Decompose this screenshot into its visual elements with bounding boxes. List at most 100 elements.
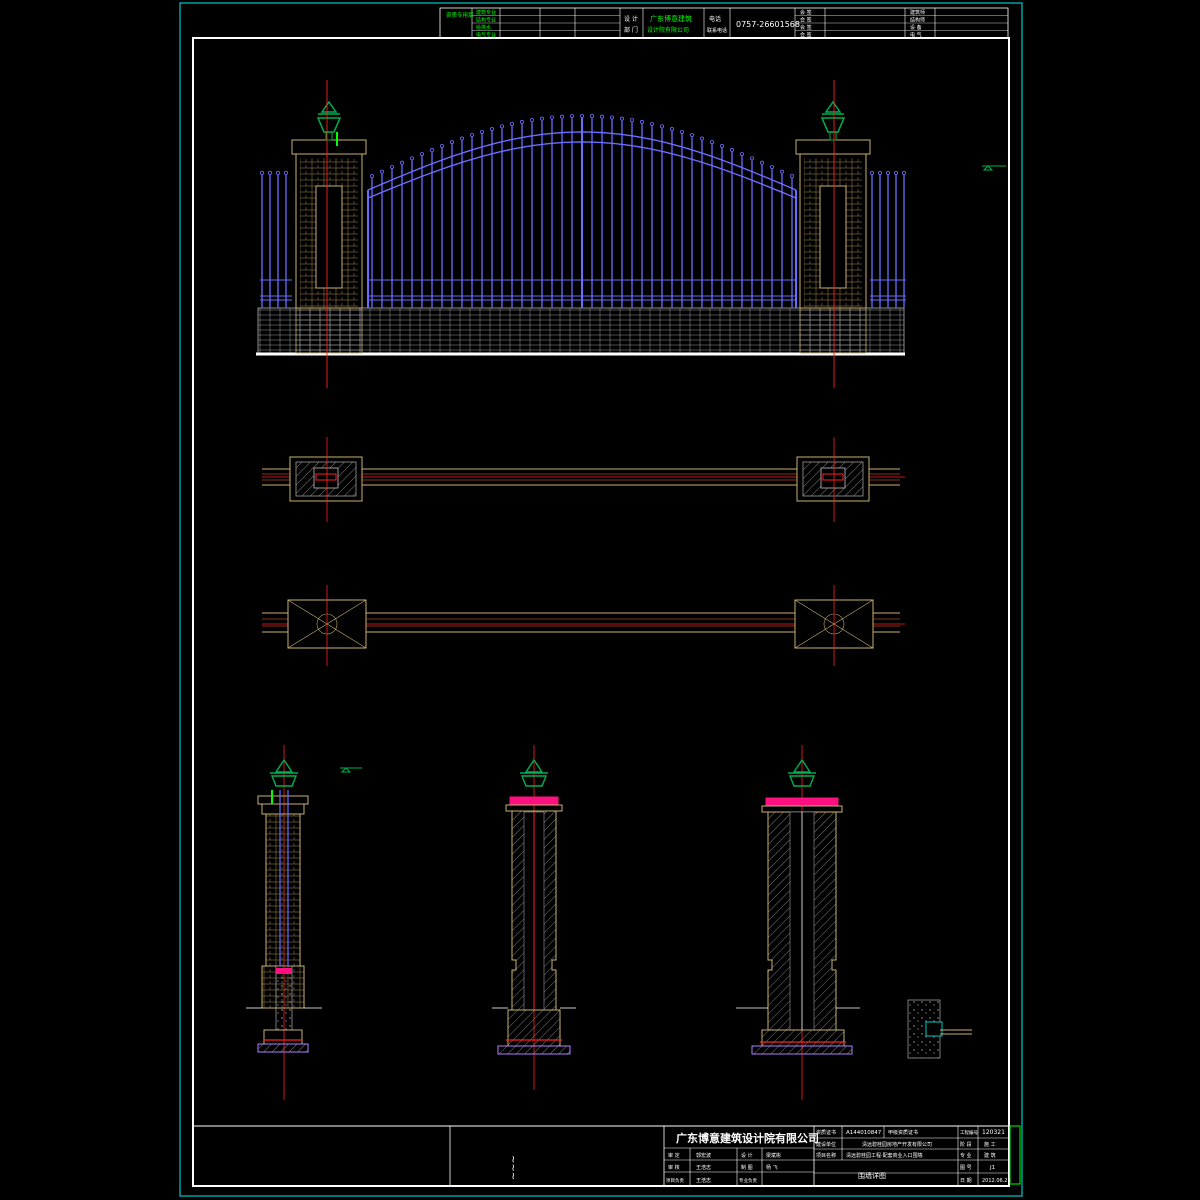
gate-finial [419, 152, 424, 157]
signature-mark: ~~~ [507, 1155, 518, 1180]
discipline-value: 建 筑 [984, 1152, 996, 1159]
design-dept-label-2: 部 门 [624, 26, 638, 34]
gate-finial [439, 143, 444, 148]
cad-drawing: 资质专用章 建筑专业 结构专业 给排水 电气专业 设 计 部 门 广东博意建筑 … [179, 2, 1023, 1197]
right-label-a-2: 会 签 [800, 24, 812, 31]
detail-node [907, 999, 972, 1059]
gate-finial [690, 133, 695, 138]
cert-no: A144010847 [846, 1130, 882, 1136]
discipline-label: 专 业 [960, 1152, 972, 1159]
row-label-2: 给排水 [476, 24, 491, 31]
fence-finial [886, 170, 891, 175]
role-1-2: 项目负责 [666, 1177, 684, 1184]
gate-finial [620, 116, 625, 121]
client-name: 清远碧桂园房地产开发有限公司 [862, 1141, 932, 1148]
design-dept-label: 设 计 [624, 15, 638, 23]
left-fence [259, 170, 292, 308]
right-label-a-1: 会 签 [800, 17, 812, 24]
gate-finial [389, 165, 394, 170]
role-1-1: 审 核 [668, 1164, 680, 1171]
date-label: 日 期 [960, 1178, 972, 1184]
institute-name-line1: 广东博意建筑 [650, 14, 692, 23]
gate-finial [700, 136, 705, 141]
phone-number: 0757-26601568 [736, 20, 800, 29]
gate-finial [580, 114, 585, 119]
right-label-a-0: 会 签 [800, 9, 812, 16]
gate-finial [369, 174, 374, 179]
gate-finial [449, 140, 454, 145]
gate-finial [780, 169, 785, 174]
central-gate [367, 114, 797, 308]
row-label-1: 结构专业 [476, 17, 496, 24]
gate-finial [740, 152, 745, 157]
fence-finial [283, 170, 288, 175]
gate-finial [499, 124, 504, 129]
gate-finial [409, 156, 414, 161]
fence-finial [870, 170, 875, 175]
fence-finial [275, 170, 280, 175]
date-value: 2012.06.25 [982, 1178, 1011, 1184]
name-2-0: 梁斌彬 [766, 1152, 781, 1159]
row-label-3: 电气专业 [476, 32, 496, 39]
name-1-1: 王浩志 [696, 1164, 711, 1171]
company-name: 广东博意建筑设计院有限公司 [676, 1131, 819, 1145]
role-2-1: 制 图 [741, 1164, 753, 1171]
drawing-title: 围墙详图 [858, 1171, 886, 1180]
gate-finial [570, 114, 575, 119]
fence-finial [902, 170, 907, 175]
fence-finial [259, 170, 264, 175]
gate-finial [399, 160, 404, 165]
gate-finial [459, 136, 464, 141]
gate-finial [770, 165, 775, 170]
plan-view-lower [262, 585, 905, 666]
gate-finial [710, 140, 715, 145]
level-marker-icon [340, 767, 362, 773]
stamp-label: 资质专用章 [446, 11, 474, 19]
section-pillar-2 [492, 745, 576, 1090]
institute-name-line2: 设计院有限公司 [647, 26, 689, 34]
gate-finial [630, 118, 635, 123]
gate-finial [540, 116, 545, 121]
sheet-label: 图 号 [960, 1165, 972, 1171]
fence-finial [894, 170, 899, 175]
gate-finial [489, 127, 494, 132]
right-pillar [795, 139, 871, 354]
right-label-b-0: 建筑师 [910, 9, 925, 16]
project-no: 120321 [982, 1129, 1005, 1136]
gate-finial [560, 114, 565, 119]
gate-finial [660, 124, 665, 129]
role-1-0: 审 定 [668, 1152, 680, 1159]
gate-finial [610, 115, 615, 120]
level-marker-icon [982, 165, 1006, 171]
sheet-value: J1 [989, 1165, 995, 1171]
phase-label: 阶 段 [960, 1141, 972, 1148]
gate-finial [550, 115, 555, 120]
cert-grade: 甲级资质证书 [888, 1129, 918, 1136]
client-label: 建设单位 [816, 1141, 836, 1148]
right-label-b-3: 电 气 [910, 32, 922, 39]
gate-finial [790, 174, 795, 179]
right-fence [870, 170, 907, 308]
cert-label: 资质证书 [816, 1129, 836, 1136]
gate-finial [520, 119, 525, 124]
gate-finial [509, 122, 514, 127]
gate-finial [469, 133, 474, 138]
project-label: 项目名称 [816, 1152, 836, 1159]
gate-finial [670, 127, 675, 132]
gate-finial [479, 129, 484, 134]
project-name: 清远碧桂园工程·配套商业入口围墙 [846, 1152, 923, 1159]
right-label-b-2: 设 备 [910, 24, 922, 31]
left-pillar [291, 139, 367, 354]
gate-finial [379, 169, 384, 174]
gate-finial [429, 147, 434, 152]
header-strip: 资质专用章 建筑专业 结构专业 给排水 电气专业 设 计 部 门 广东博意建筑 … [439, 7, 1009, 39]
title-block: ~~~ 广东博意建筑设计院有限公司 资质证书 A144010847 甲级资质证书… [192, 1125, 1021, 1187]
gate-finial [650, 122, 655, 127]
gate-finial [640, 119, 645, 124]
gate-finial [590, 114, 595, 119]
gate-finial [750, 156, 755, 161]
name-1-0: 郭宏波 [696, 1152, 711, 1159]
lamp-icon [820, 100, 846, 141]
role-2-2: 专业负责 [739, 1177, 757, 1184]
gate-finial [760, 160, 765, 165]
